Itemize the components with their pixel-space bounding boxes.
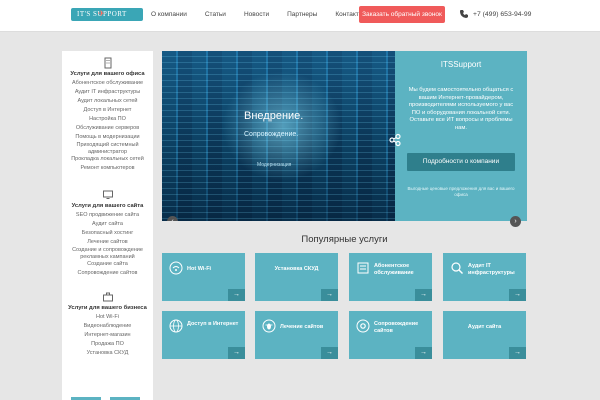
sidebar-item[interactable]: Видеонаблюдение (62, 322, 153, 331)
wifi-icon (169, 261, 183, 275)
sidebar-item[interactable]: Доступ в Интернет (62, 106, 153, 115)
service-tile-site-audit[interactable]: Аудит сайта → (443, 311, 526, 359)
sidebar-item[interactable]: Hot Wi-Fi (62, 313, 153, 322)
sidebar-item[interactable]: Лечение сайтов (62, 238, 153, 247)
sidebar-item[interactable]: Продажа ПО (62, 340, 153, 349)
office-icon (104, 57, 111, 69)
monitor-icon (102, 190, 113, 199)
hero-slider[interactable]: Внедрение. Сопровождение. Модернизация ‹ (162, 51, 395, 221)
about-panel: ITSSupport Мы будем самостоятельно общат… (395, 51, 527, 221)
sidebar-item[interactable]: Прокладка локальных сетей (62, 155, 153, 164)
sidebar-office-section: Услуги для вашего офиса Абонентское обсл… (62, 57, 153, 173)
arrow-right-icon[interactable]: → (509, 347, 526, 359)
sidebar-item[interactable]: Приходящий системный администратор (62, 142, 153, 155)
slider-next-button[interactable]: › (510, 216, 521, 227)
service-tile-hot-wifi[interactable]: Hot Wi-Fi → (162, 253, 245, 301)
nav-articles[interactable]: Статьи (205, 0, 226, 32)
gear-icon (356, 319, 370, 333)
sidebar-item[interactable]: Помощь в модернизации (62, 133, 153, 142)
tile-label: Сопровождение сайтов (374, 321, 419, 334)
arrow-right-icon[interactable]: → (415, 347, 432, 359)
service-tile-skud[interactable]: Установка СКУД → (255, 253, 338, 301)
main-nav: О компании Статьи Новости Партнеры Конта… (151, 0, 381, 32)
nav-news[interactable]: Новости (244, 0, 269, 32)
sidebar-item[interactable]: Аудит IT инфраструктуры (62, 88, 153, 97)
slide-subheading: Сопровождение. (244, 131, 299, 138)
plane-icon: ✈ (98, 9, 106, 18)
nav-about[interactable]: О компании (151, 0, 187, 32)
sidebar-item[interactable]: Создание и сопровождение рекламных кампа… (62, 247, 153, 260)
globe-icon (169, 319, 183, 333)
tile-label: Hot Wi-Fi (187, 266, 212, 272)
sidebar-item[interactable]: Установка СКУД (62, 349, 153, 358)
service-tile-internet[interactable]: Доступ в Интернет → (162, 311, 245, 359)
arrow-right-icon[interactable]: → (509, 289, 526, 301)
sidebar: Услуги для вашего офиса Абонентское обсл… (62, 51, 153, 400)
service-tile-subscription[interactable]: Абонентское обслуживание → (349, 253, 432, 301)
sidebar-business-title: Услуги для вашего бизнеса (68, 305, 147, 311)
tile-label: Абонентское обслуживание (374, 263, 414, 276)
bug-icon (262, 319, 276, 333)
sidebar-item[interactable]: Аудит локальных сетей (62, 97, 153, 106)
arrow-right-icon[interactable]: → (321, 347, 338, 359)
slider-prev-button[interactable]: ‹ (167, 216, 178, 221)
arrow-right-icon[interactable]: → (321, 289, 338, 301)
sidebar-item[interactable]: Настройка ПО (62, 115, 153, 124)
about-company-button[interactable]: Подробности о компании (407, 153, 515, 171)
tile-label: Доступ в Интернет (187, 321, 239, 327)
slide-heading: Внедрение. (244, 110, 304, 122)
audit-icon (451, 262, 463, 274)
panel-text: Мы будем самостоятельно общаться с вашим… (408, 87, 514, 131)
sidebar-site-section: Услуги для вашего сайта SEO продвижение … (62, 189, 153, 278)
callback-button[interactable]: Заказать обратный звонок (359, 6, 445, 23)
sidebar-office-title: Услуги для вашего офиса (70, 71, 145, 77)
sidebar-item[interactable]: Сопровождение сайтов (62, 269, 153, 278)
sidebar-item[interactable]: Интернет-магазин (62, 331, 153, 340)
nav-partners[interactable]: Партнеры (287, 0, 317, 32)
briefcase-icon (102, 292, 113, 302)
tile-label: Аудит IT инфраструктуры (468, 263, 515, 276)
phone-icon (460, 10, 468, 18)
sidebar-item[interactable]: SEO продвижение сайта (62, 211, 153, 220)
sidebar-item[interactable]: Ремонт компьютеров (62, 164, 153, 173)
panel-title: ITSSupport (440, 60, 482, 69)
sidebar-item[interactable]: Обслуживание серверов (62, 124, 153, 133)
sidebar-item[interactable]: Безопасный хостинг (62, 229, 153, 238)
arrow-right-icon[interactable]: → (228, 347, 245, 359)
service-icon (357, 262, 369, 274)
arrow-right-icon[interactable]: → (415, 289, 432, 301)
sidebar-site-title: Услуги для вашего сайта (71, 203, 144, 209)
service-tile-it-audit[interactable]: Аудит IT инфраструктуры → (443, 253, 526, 301)
header: IT'S SUPPORT ✈ О компании Статьи Новости… (0, 0, 600, 32)
service-tile-site-support[interactable]: Сопровождение сайтов → (349, 311, 432, 359)
sidebar-item[interactable]: Аудит сайта (62, 220, 153, 229)
panel-footnote: Выгодные ценовые предложения для вас и в… (407, 186, 515, 197)
logo[interactable]: IT'S SUPPORT ✈ (71, 8, 143, 21)
sidebar-item[interactable]: Абонентское обслуживание (62, 79, 153, 88)
arrow-right-icon[interactable]: → (228, 289, 245, 301)
sidebar-business-section: Услуги для вашего бизнеса Hot Wi-Fi Виде… (62, 291, 153, 358)
tile-label: Лечение сайтов (280, 324, 324, 330)
service-tile-site-repair[interactable]: Лечение сайтов → (255, 311, 338, 359)
share-icon[interactable] (388, 133, 402, 147)
sidebar-item[interactable]: Создание сайта (62, 260, 153, 269)
popular-services-title: Популярные услуги (301, 234, 388, 245)
tile-label: Аудит сайта (467, 324, 502, 330)
tile-label: Установка СКУД (274, 266, 319, 272)
phone-number: +7 (499) 653-94-99 (473, 10, 532, 18)
phone[interactable]: +7 (499) 653-94-99 (459, 9, 531, 19)
slide-small-text: Модернизация (257, 162, 292, 168)
